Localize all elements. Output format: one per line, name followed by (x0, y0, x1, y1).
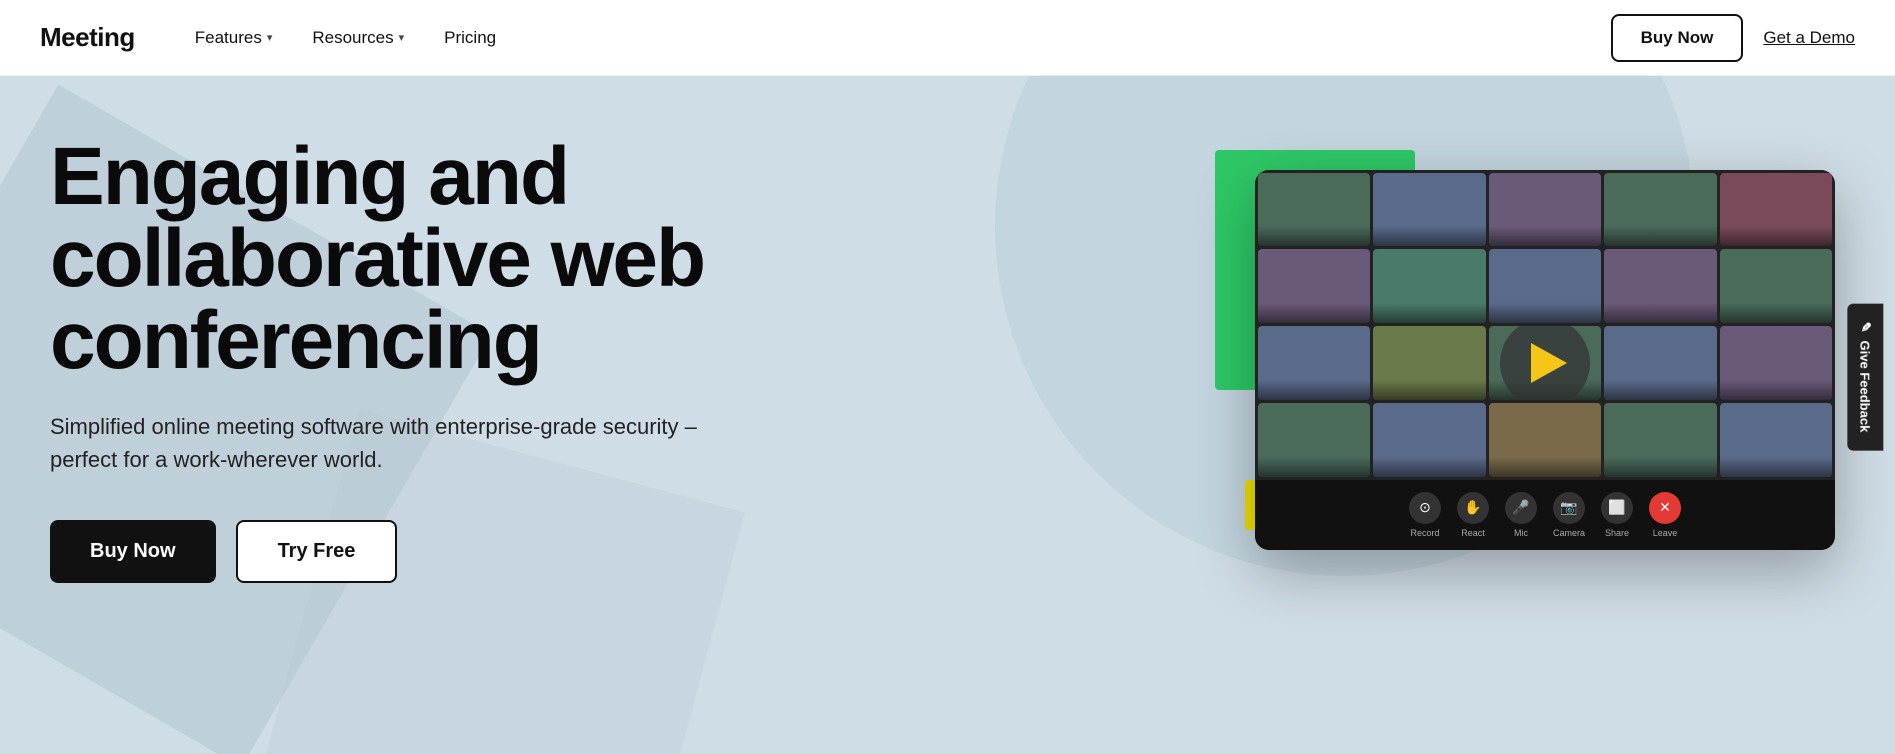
logo[interactable]: Meeting (40, 22, 135, 53)
chevron-down-icon: ▾ (399, 31, 405, 44)
feedback-icon: ✎ (1858, 322, 1874, 333)
video-cell (1720, 173, 1832, 247)
video-cell (1720, 403, 1832, 477)
video-cell (1258, 249, 1370, 323)
toolbar-react-label: React (1461, 528, 1485, 538)
share-icon: ⬜ (1601, 492, 1633, 524)
buy-now-hero-button[interactable]: Buy Now (50, 520, 216, 583)
toolbar-record[interactable]: ⊙ Record (1409, 492, 1441, 538)
camera-icon: 📷 (1553, 492, 1585, 524)
feedback-label: Give Feedback (1858, 341, 1873, 433)
toolbar-mic[interactable]: 🎤 Mic (1505, 492, 1537, 538)
play-button[interactable] (1500, 326, 1590, 400)
toolbar-camera-label: Camera (1553, 528, 1585, 538)
hero-visual: ⊙ Record ✋ React 🎤 Mic 📷 Camera (1225, 170, 1845, 550)
video-cell (1489, 173, 1601, 247)
feedback-tab[interactable]: ✎ Give Feedback (1848, 304, 1884, 451)
video-cell (1258, 403, 1370, 477)
mic-icon: 🎤 (1505, 492, 1537, 524)
navigation: Meeting Features ▾ Resources ▾ Pricing B… (0, 0, 1895, 76)
video-cell (1258, 173, 1370, 247)
video-cell (1489, 326, 1601, 400)
video-cell (1373, 249, 1485, 323)
hero-subtitle: Simplified online meeting software with … (50, 410, 730, 476)
buy-now-nav-button[interactable]: Buy Now (1611, 14, 1744, 62)
video-cell (1604, 326, 1716, 400)
toolbar-share-label: Share (1605, 528, 1629, 538)
hero-content: Engaging and collaborative web conferenc… (0, 76, 1895, 643)
toolbar-leave-label: Leave (1653, 528, 1678, 538)
video-cell (1258, 326, 1370, 400)
video-cell (1604, 249, 1716, 323)
get-demo-button[interactable]: Get a Demo (1763, 28, 1855, 48)
video-cell (1604, 403, 1716, 477)
hero-text: Engaging and collaborative web conferenc… (50, 136, 830, 583)
chevron-down-icon: ▾ (267, 31, 273, 44)
nav-features[interactable]: Features ▾ (195, 28, 273, 48)
video-cell (1373, 326, 1485, 400)
nav-links: Features ▾ Resources ▾ Pricing (195, 28, 1611, 48)
nav-cta-group: Buy Now Get a Demo (1611, 14, 1855, 62)
react-icon: ✋ (1457, 492, 1489, 524)
video-cell (1489, 249, 1601, 323)
video-cell (1489, 403, 1601, 477)
leave-icon: ✕ (1649, 492, 1681, 524)
nav-resources[interactable]: Resources ▾ (312, 28, 404, 48)
hero-buttons: Buy Now Try Free (50, 520, 830, 583)
toolbar-mic-label: Mic (1514, 528, 1528, 538)
toolbar-react[interactable]: ✋ React (1457, 492, 1489, 538)
try-free-button[interactable]: Try Free (236, 520, 398, 583)
video-cell (1373, 403, 1485, 477)
toolbar-leave[interactable]: ✕ Leave (1649, 492, 1681, 538)
video-cell (1373, 173, 1485, 247)
video-grid (1255, 170, 1835, 480)
video-cell (1720, 249, 1832, 323)
video-cell (1604, 173, 1716, 247)
record-icon: ⊙ (1409, 492, 1441, 524)
video-toolbar: ⊙ Record ✋ React 🎤 Mic 📷 Camera (1255, 480, 1835, 550)
hero-section: Engaging and collaborative web conferenc… (0, 76, 1895, 754)
hero-title: Engaging and collaborative web conferenc… (50, 136, 830, 382)
video-cell (1720, 326, 1832, 400)
play-icon (1531, 343, 1567, 383)
toolbar-record-label: Record (1410, 528, 1439, 538)
toolbar-camera[interactable]: 📷 Camera (1553, 492, 1585, 538)
video-conference-mockup[interactable]: ⊙ Record ✋ React 🎤 Mic 📷 Camera (1255, 170, 1835, 550)
nav-pricing[interactable]: Pricing (444, 28, 496, 48)
toolbar-share[interactable]: ⬜ Share (1601, 492, 1633, 538)
